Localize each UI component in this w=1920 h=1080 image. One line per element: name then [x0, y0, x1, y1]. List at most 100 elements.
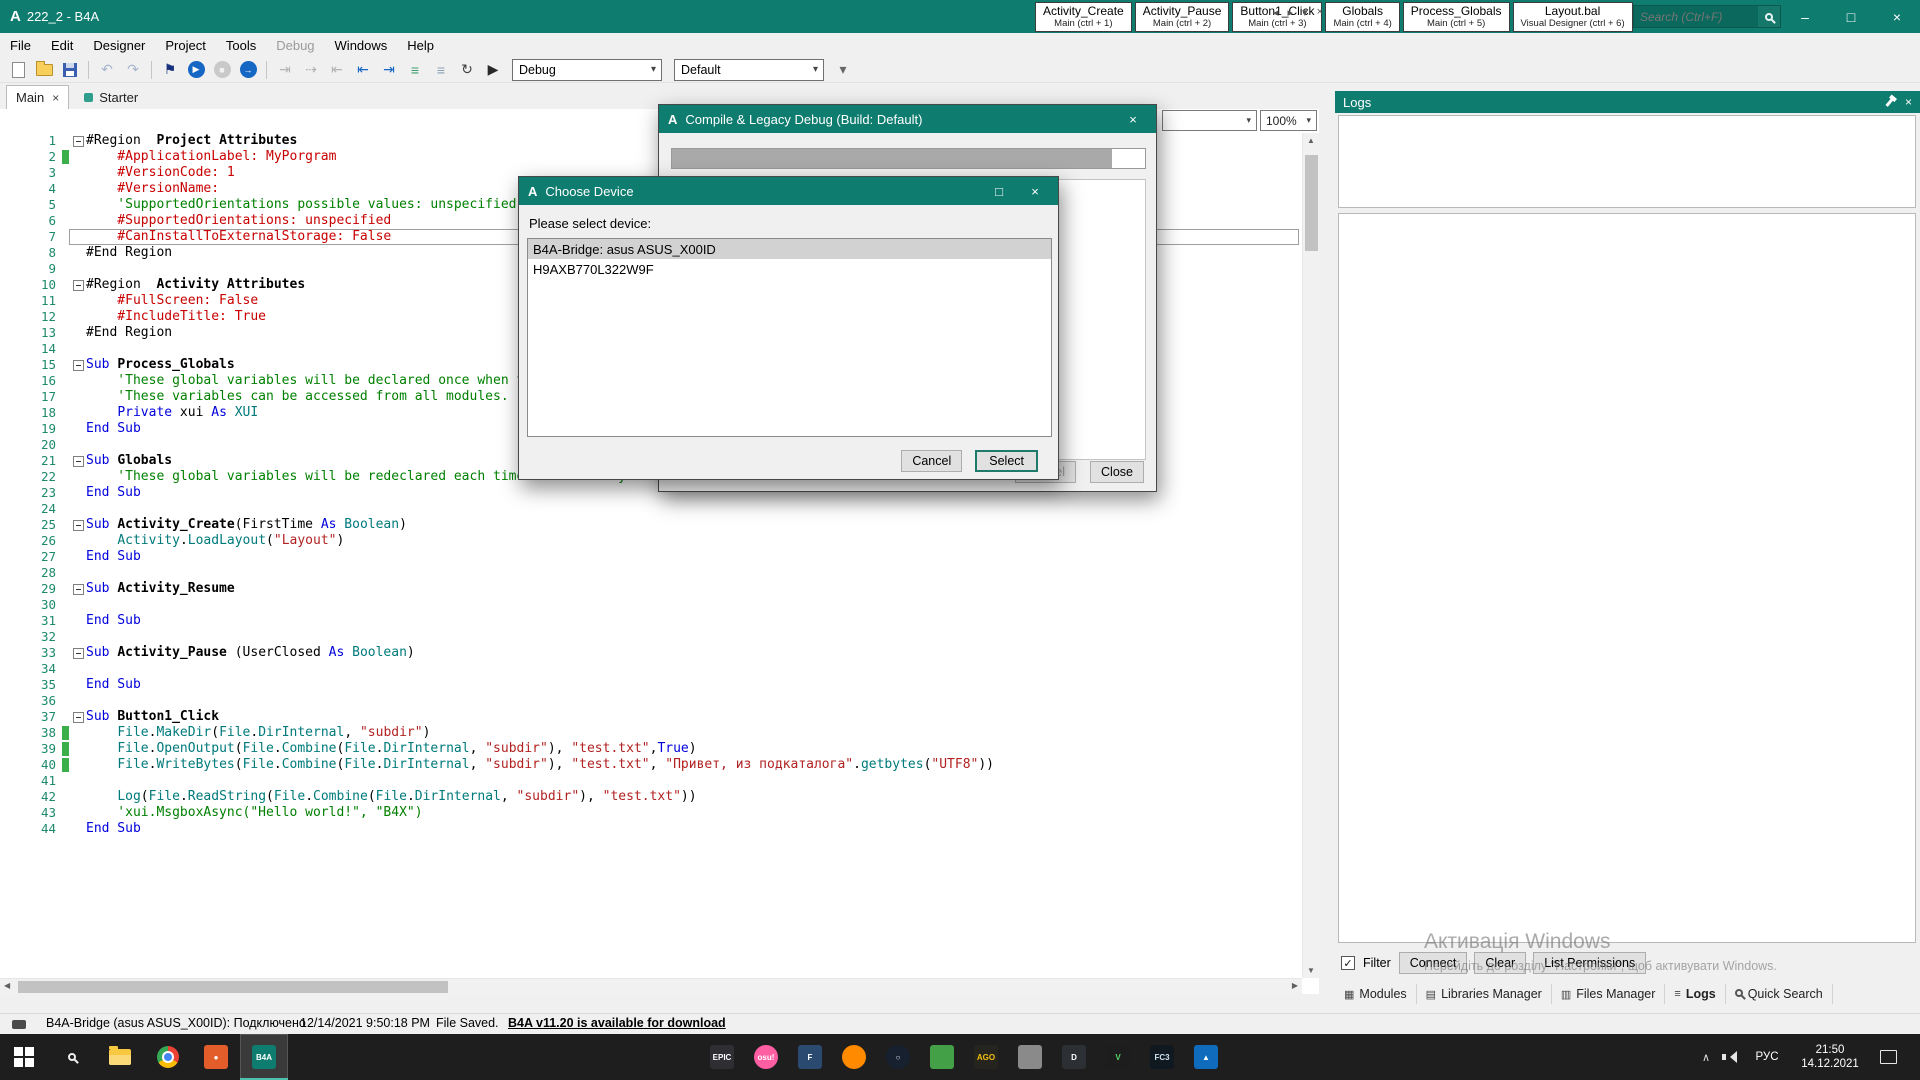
menu-windows[interactable]: Windows	[325, 38, 398, 53]
compile-dialog-close-icon[interactable]: ×	[1119, 112, 1147, 127]
taskbar-f-app[interactable]: F	[788, 1034, 832, 1080]
update-download-link[interactable]: B4A v11.20 is available for download	[508, 1016, 726, 1030]
tab-close-icon[interactable]: ×	[52, 91, 59, 105]
logs-close-icon[interactable]: ×	[1905, 95, 1912, 109]
start-button[interactable]	[0, 1034, 48, 1080]
fold-toggle-icon[interactable]	[73, 520, 84, 531]
run-icon[interactable]: ▶	[184, 59, 208, 81]
menu-file[interactable]: File	[0, 38, 41, 53]
tray-expand-icon[interactable]: ∧	[1694, 1034, 1718, 1080]
step-over-icon[interactable]: ⇢	[299, 59, 323, 81]
log-output-main[interactable]	[1338, 213, 1916, 943]
search-input[interactable]	[1634, 10, 1758, 24]
volume-icon[interactable]	[1722, 1051, 1738, 1063]
outdent-icon[interactable]: ⇤	[351, 59, 375, 81]
tab-list-icon[interactable]: ▾	[1302, 6, 1308, 19]
taskbar-search-button[interactable]	[48, 1034, 96, 1080]
code-line[interactable]: 40 File.WriteBytes(File.Combine(File.Dir…	[0, 757, 1302, 773]
vertical-scroll-thumb[interactable]	[1305, 155, 1318, 251]
build-config-combo[interactable]: Debug	[512, 59, 662, 81]
code-line[interactable]: 38 File.MakeDir(File.DirInternal, "subdi…	[0, 725, 1302, 741]
quick-access-activity-create[interactable]: Activity_CreateMain (ctrl + 1)	[1035, 2, 1132, 32]
fold-toggle-icon[interactable]	[73, 712, 84, 723]
taskbar-v-app[interactable]: V	[1096, 1034, 1140, 1080]
taskbar-b4a[interactable]: B4A	[240, 1034, 288, 1080]
pin-icon[interactable]	[1885, 98, 1893, 107]
search-icon[interactable]	[1758, 6, 1780, 27]
tab-main[interactable]: Main×	[6, 85, 69, 109]
taskbar-chrome[interactable]	[144, 1034, 192, 1080]
notification-center-icon[interactable]	[1880, 1050, 1897, 1064]
build-profile-combo[interactable]: Default	[674, 59, 824, 81]
code-line[interactable]: 25Sub Activity_Create(FirstTime As Boole…	[0, 517, 1302, 533]
fold-toggle-icon[interactable]	[73, 360, 84, 371]
taskbar-discord[interactable]: D	[1052, 1034, 1096, 1080]
code-line[interactable]: 32	[0, 629, 1302, 645]
menu-help[interactable]: Help	[397, 38, 444, 53]
scroll-left-icon[interactable]: ◀	[4, 981, 10, 990]
indent-icon[interactable]: ⇥	[377, 59, 401, 81]
device-item[interactable]: H9AXB770L322W9F	[528, 259, 1051, 279]
step-out-icon[interactable]: ⇤	[325, 59, 349, 81]
fold-toggle-icon[interactable]	[73, 648, 84, 659]
compile-run-icon[interactable]: ▶	[481, 59, 505, 81]
code-line[interactable]: 24	[0, 501, 1302, 517]
code-line[interactable]: 43 'xui.MsgboxAsync("Hello world!", "B4X…	[0, 805, 1302, 821]
filter-checkbox[interactable]: ✓	[1341, 956, 1355, 970]
fold-toggle-icon[interactable]	[73, 456, 84, 467]
taskbar-steam[interactable]: ○	[876, 1034, 920, 1080]
fold-toggle-icon[interactable]	[73, 584, 84, 595]
maximize-button[interactable]: □	[1828, 0, 1874, 33]
panel-tab-logs[interactable]: ≡Logs	[1665, 984, 1725, 1004]
taskbar-file-explorer[interactable]	[96, 1034, 144, 1080]
step-into-icon[interactable]: ⇥	[273, 59, 297, 81]
new-file-icon[interactable]	[6, 59, 30, 81]
close-button[interactable]: Close	[1090, 461, 1144, 483]
cancel-button[interactable]: Cancel	[901, 450, 962, 472]
open-project-icon[interactable]	[32, 59, 56, 81]
taskbar-media-app[interactable]: ●	[192, 1034, 240, 1080]
code-line[interactable]: 37Sub Button1_Click	[0, 709, 1302, 725]
clock[interactable]: 21:50 14.12.2021	[1788, 1043, 1872, 1071]
menu-designer[interactable]: Designer	[83, 38, 155, 53]
code-line[interactable]: 27End Sub	[0, 549, 1302, 565]
code-line[interactable]: 28	[0, 565, 1302, 581]
device-list[interactable]: B4A-Bridge: asus ASUS_X00IDH9AXB770L322W…	[527, 238, 1052, 437]
panel-tab-modules[interactable]: ▦Modules	[1335, 984, 1417, 1004]
code-line[interactable]: 26 Activity.LoadLayout("Layout")	[0, 533, 1302, 549]
code-line[interactable]: 35End Sub	[0, 677, 1302, 693]
zoom-combo[interactable]: 100%	[1260, 110, 1317, 131]
scroll-right-icon[interactable]: ▶	[1292, 981, 1298, 990]
save-icon[interactable]	[58, 59, 82, 81]
scroll-down-icon[interactable]: ▼	[1303, 966, 1319, 975]
tab-starter[interactable]: Starter	[75, 85, 147, 109]
code-line[interactable]: 34	[0, 661, 1302, 677]
code-line[interactable]: 29Sub Activity_Resume	[0, 581, 1302, 597]
quick-access-layout-bal[interactable]: Layout.balVisual Designer (ctrl + 6)	[1513, 2, 1633, 32]
close-button[interactable]: ×	[1874, 0, 1920, 33]
fold-toggle-icon[interactable]	[73, 136, 84, 147]
connect-button[interactable]: Connect	[1399, 952, 1468, 974]
search-box[interactable]	[1633, 5, 1781, 28]
taskbar-osu[interactable]: osu!	[744, 1034, 788, 1080]
vertical-scrollbar[interactable]: ▲ ▼	[1302, 133, 1319, 978]
panel-tab-libraries-manager[interactable]: ▤Libraries Manager	[1417, 984, 1552, 1004]
scroll-up-icon[interactable]: ▲	[1303, 136, 1319, 145]
taskbar-green-app[interactable]	[920, 1034, 964, 1080]
redo-icon[interactable]: ↷	[121, 59, 145, 81]
taskbar-fc3[interactable]: FC3	[1140, 1034, 1184, 1080]
device-item-selected[interactable]: B4A-Bridge: asus ASUS_X00ID	[528, 239, 1051, 259]
toolbar-overflow-icon[interactable]: ▾	[831, 59, 855, 81]
code-line[interactable]: 31End Sub	[0, 613, 1302, 629]
code-line[interactable]: 44End Sub	[0, 821, 1302, 837]
taskbar-gray-app[interactable]	[1008, 1034, 1052, 1080]
resume-icon[interactable]: →	[236, 59, 260, 81]
code-line[interactable]: 41	[0, 773, 1302, 789]
uncomment-icon[interactable]: ≡	[429, 59, 453, 81]
module-nav-combo[interactable]	[1162, 110, 1257, 131]
bookmark-icon[interactable]: ⚑	[158, 59, 182, 81]
fold-toggle-icon[interactable]	[73, 280, 84, 291]
panel-tab-files-manager[interactable]: ▥Files Manager	[1552, 984, 1666, 1004]
log-output-top[interactable]	[1338, 115, 1916, 208]
stop-icon[interactable]: ■	[210, 59, 234, 81]
